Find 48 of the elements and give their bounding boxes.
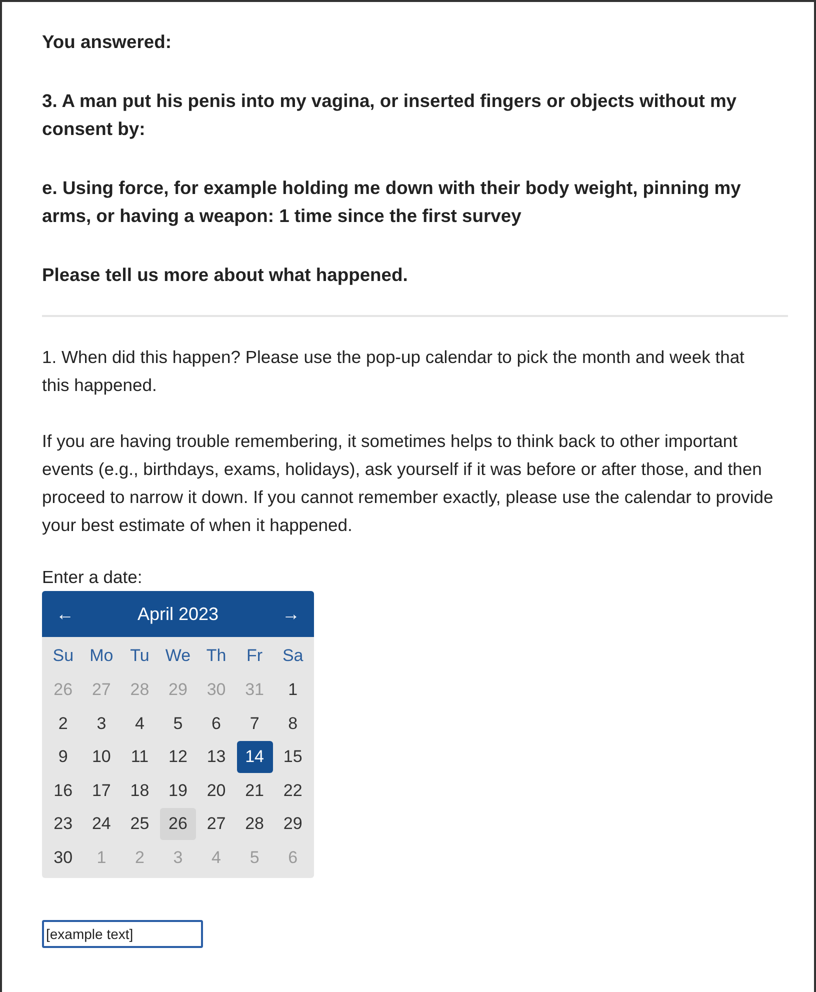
calendar-day[interactable]: 25 [122, 808, 158, 840]
calendar-day[interactable]: 1 [274, 674, 311, 706]
calendar-day[interactable]: 30 [45, 841, 82, 874]
calendar-day[interactable]: 29 [274, 808, 311, 840]
calendar-day[interactable]: 24 [83, 808, 120, 840]
field-label: Enter a date: [42, 566, 144, 589]
calendar-day[interactable]: 10 [83, 740, 120, 773]
calendar-day[interactable]: 4 [122, 707, 158, 740]
calendar-day[interactable]: 15 [274, 740, 311, 773]
calendar-day[interactable]: 16 [45, 774, 82, 806]
calendar-day[interactable]: 27 [198, 808, 234, 840]
previous-month-button[interactable]: ← [54, 600, 76, 628]
calendar-day[interactable]: 14 [236, 740, 273, 773]
summary-text: 3. A man put his penis into my vagina, or inserted fingers or objects without my consent by: [42, 89, 738, 141]
calendar-day[interactable]: 8 [274, 707, 311, 740]
calendar-day[interactable]: 2 [45, 707, 82, 740]
calendar-day[interactable]: 6 [198, 707, 234, 740]
calendar-day[interactable]: 9 [45, 740, 82, 773]
intro-heading: You answered: [42, 30, 172, 54]
question-text: 1. When did this happen? Please use the pop-up calendar to pick the month and week that this happened. [42, 346, 746, 397]
weekday-label: Su [52, 645, 74, 668]
weekday-label: We [165, 645, 191, 668]
calendar-day[interactable]: 17 [83, 774, 120, 806]
summary-text: Please tell us more about what happened. [42, 263, 409, 287]
calendar-day[interactable]: 21 [236, 774, 273, 806]
weekday-label: Th [206, 645, 226, 668]
calendar-day[interactable]: 18 [122, 774, 158, 806]
calendar-day[interactable]: 26 [160, 808, 196, 840]
instruction-text: If you are having trouble remembering, it sometimes helps to think back to other important events (e.g., birthdays, exams, holidays), ask yourself if it was before or after those, and then proceed to narrow it down. If you cannot remember exactly, please use the calendar to provide your best estimate of when it happened. [42, 430, 774, 537]
calendar-day[interactable]: 23 [45, 808, 82, 840]
calendar-day[interactable]: 12 [160, 740, 196, 773]
date-input-field[interactable]: [example text] [42, 920, 203, 948]
calendar-day[interactable]: 19 [160, 774, 196, 806]
calendar-day[interactable]: 22 [274, 774, 311, 806]
calendar-day[interactable]: 11 [122, 740, 158, 773]
weekday-label: Sa [282, 645, 304, 668]
calendar-day[interactable]: 13 [198, 740, 234, 773]
calendar-day[interactable]: 20 [198, 774, 234, 806]
next-month-button[interactable]: → [280, 600, 302, 628]
calendar-day[interactable]: 3 [83, 707, 120, 740]
calendar-day[interactable]: 28 [236, 808, 273, 840]
weekday-label: Fr [246, 645, 263, 668]
calendar-day[interactable]: 7 [236, 707, 273, 740]
month-title: April 2023 [137, 602, 219, 626]
weekday-label: Mo [90, 645, 114, 668]
summary-text: e. Using force, for example holding me down with their body weight, pinning my arms, or having a weapon: 1 time since the first survey [42, 176, 742, 228]
weekday-label: Tu [130, 645, 150, 668]
calendar-day[interactable]: 5 [160, 707, 196, 740]
